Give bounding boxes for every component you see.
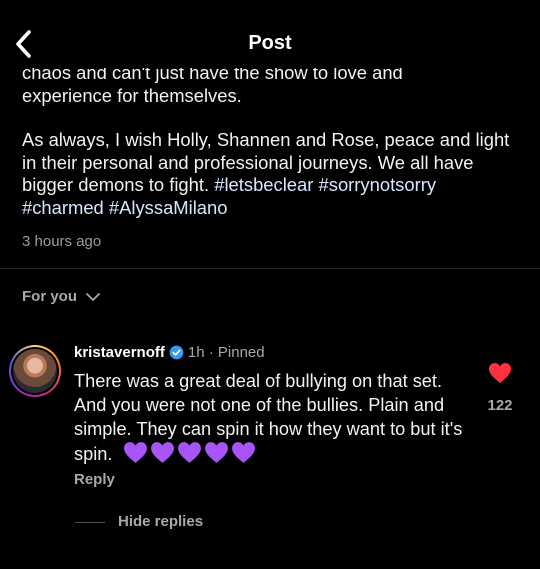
purple-heart-icon [178,442,202,463]
hashtag-link[interactable]: #letsbeclear [214,174,313,195]
divider [0,268,540,269]
post-caption: chaos and can't just have the show to lo… [22,58,522,219]
comment-username[interactable]: kristavernoff [74,344,165,361]
thread-line [75,522,105,523]
verified-badge-icon [169,345,184,360]
hashtag-link[interactable]: #charmed [22,197,104,218]
avatar-photo [13,349,57,393]
caption-line: experience for themselves. [22,84,242,106]
purple-heart-icon [232,442,256,463]
like-button[interactable] [482,362,518,389]
comment-sort-dropdown[interactable]: For you [22,288,101,305]
like-count: 122 [487,397,513,414]
reply-button[interactable]: Reply [74,471,115,488]
avatar[interactable] [9,345,61,397]
heart-filled-icon [489,363,511,383]
sort-label: For you [22,288,77,305]
chevron-down-icon [86,292,100,301]
hashtag-link[interactable]: #sorrynotsorry [319,174,437,195]
comment-body: There was a great deal of bullying on th… [74,369,474,466]
comment-meta: 1h · Pinned [187,344,265,361]
purple-heart-icon [124,442,148,463]
hashtag-link[interactable]: #AlyssaMilano [109,197,228,218]
post-timestamp: 3 hours ago [22,233,102,250]
header-bar: Post [0,0,540,68]
caption-paragraph: As always, I wish Holly, Shannen and Ros… [22,129,522,219]
comment-header: kristavernoff 1h · Pinned [74,344,265,361]
purple-heart-icon [205,442,229,463]
hide-replies-button[interactable]: Hide replies [118,513,203,530]
emoji-hearts [123,441,256,464]
page-title: Post [248,32,292,54]
purple-heart-icon [151,442,175,463]
